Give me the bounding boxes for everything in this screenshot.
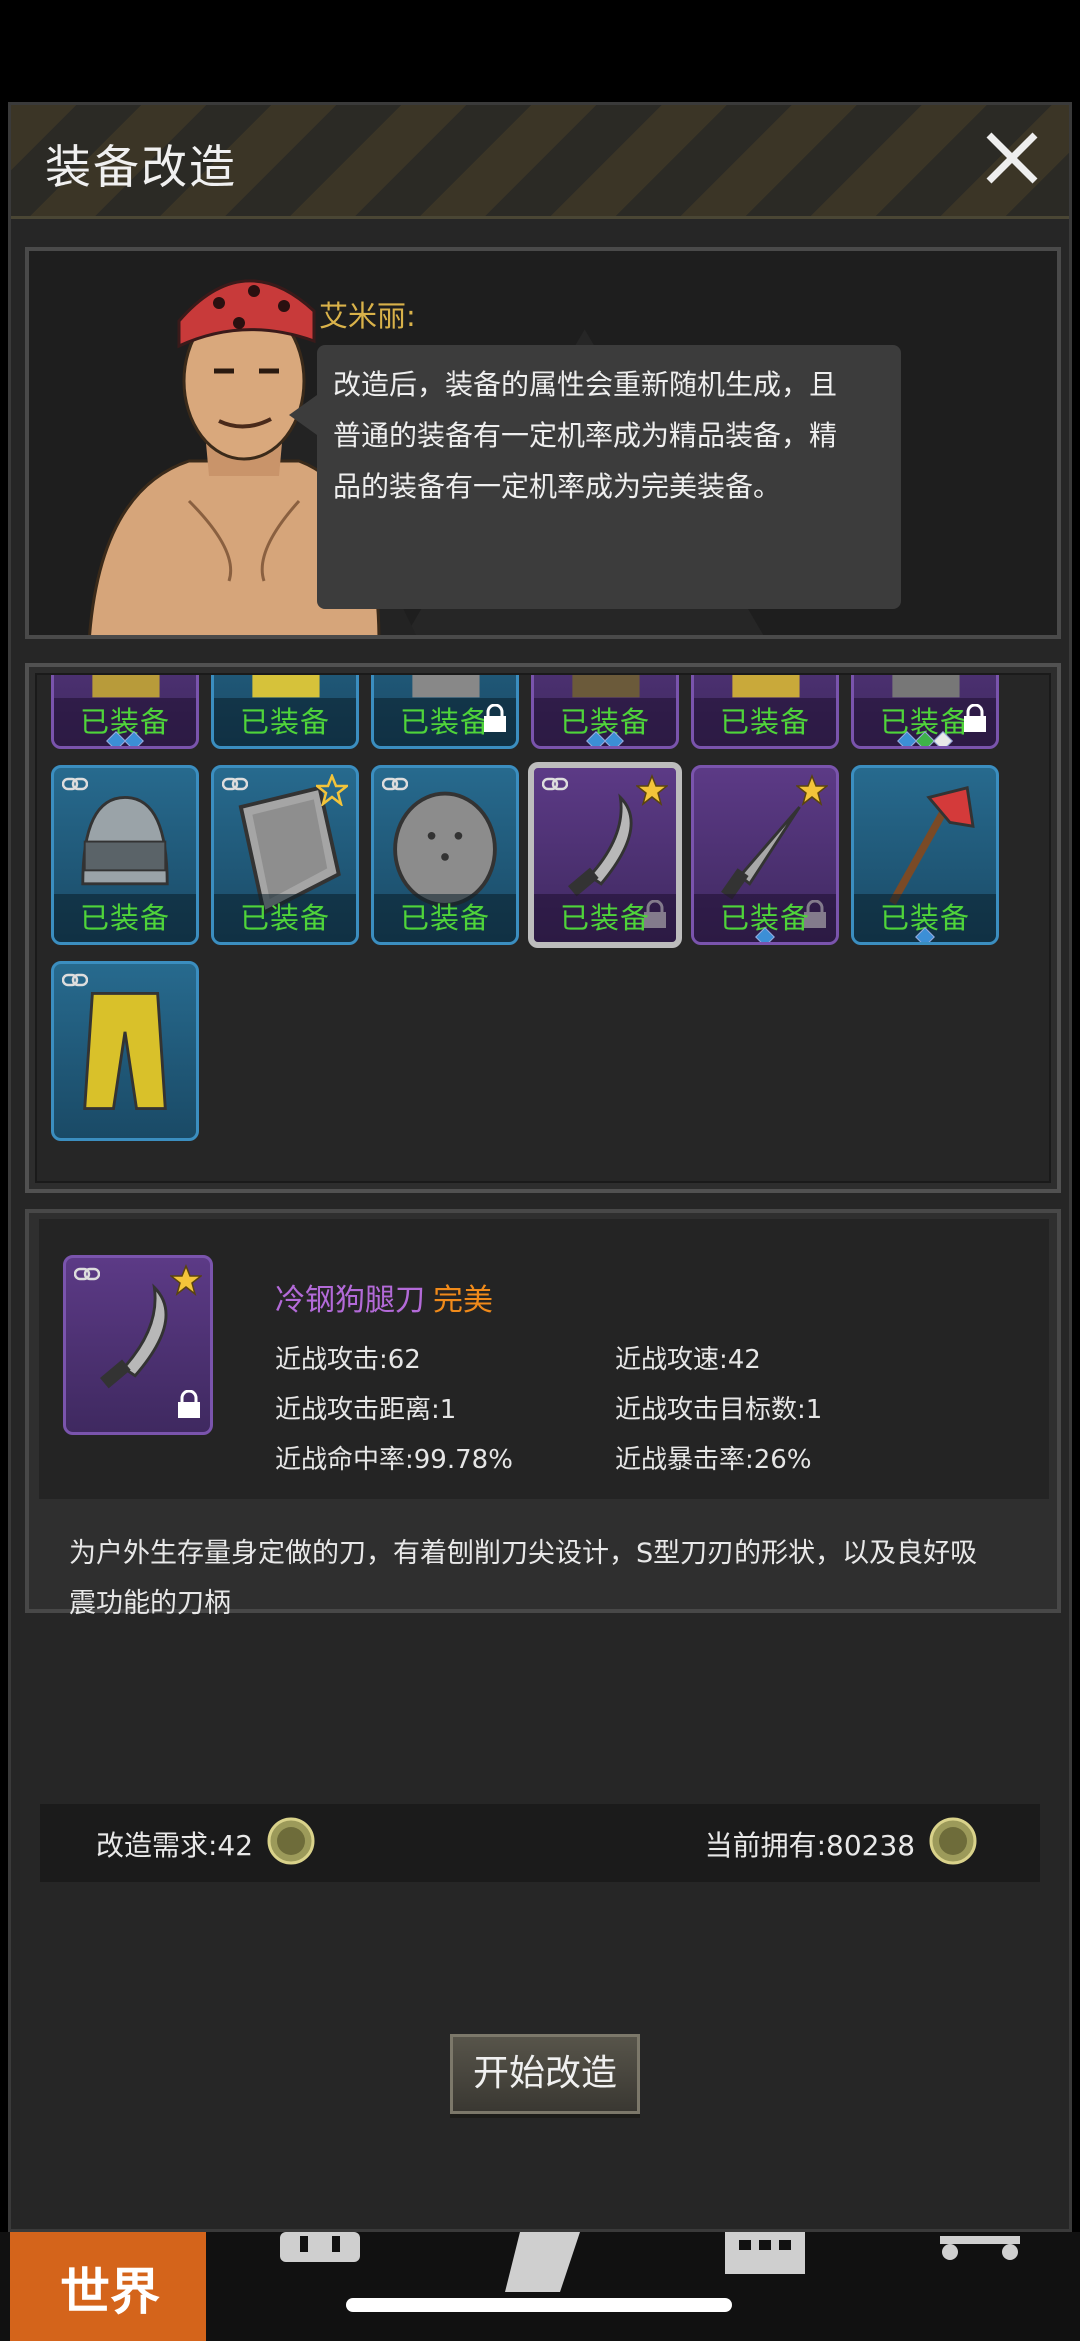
dialogue-line: 改造后，装备的属性会重新随机生成，且 [333, 368, 838, 401]
cost-bar: 改造需求:42 当前拥有:80238 [40, 1804, 1040, 1882]
equipped-label: 已装备 [374, 894, 516, 942]
status-bar [0, 0, 1080, 100]
star-outline-icon [316, 774, 348, 806]
gem-sockets [54, 731, 196, 746]
equipment-slot[interactable] [51, 961, 199, 1141]
selected-item-icon [63, 1255, 213, 1435]
stat-melee-attack: 近战攻击:62 [275, 1345, 421, 1375]
stat-melee-targets: 近战攻击目标数:1 [615, 1395, 823, 1425]
close-icon[interactable] [977, 123, 1047, 193]
bottom-nav: 世界 [0, 2232, 1080, 2341]
backpack-icon[interactable] [270, 2232, 370, 2292]
pants-icon [83, 991, 167, 1111]
link-icon [62, 973, 88, 987]
equipped-label: 已装备 [54, 894, 196, 942]
equipment-slot-selected[interactable]: 已装备 [528, 762, 682, 948]
home-indicator[interactable] [346, 2298, 732, 2312]
stat-melee-hit: 近战命中率:99.78% [275, 1445, 513, 1475]
equipment-modify-dialog: 装备改造 艾米丽: 改造后，装备的属性会重新随机生成，且 普通的装备有一定机率成… [8, 102, 1072, 2232]
gem-sockets [854, 731, 996, 746]
link-icon [74, 1267, 100, 1281]
dialog-title: 装备改造 [45, 140, 237, 194]
description-line: 震功能的刀柄 [69, 1588, 231, 1619]
equipment-grid-panel: 已装备 已装备 已装备 已装备 已装备 已装备 已装备 已装备 已装备 已装备 … [25, 663, 1061, 1193]
item-detail-panel: 冷钢狗腿刀 完美 近战攻击:62 近战攻速:42 近战攻击距离:1 近战攻击目标数… [25, 1209, 1061, 1619]
link-icon [62, 777, 88, 791]
equipment-slot[interactable]: 已装备 [691, 675, 839, 749]
item-name: 冷钢狗腿刀 完美 [275, 1275, 493, 1319]
equipped-label: 已装备 [534, 894, 676, 942]
dialogue-line: 普通的装备有一定机率成为精品装备，精 [333, 419, 838, 452]
bottle-cap-coin-icon [267, 1817, 315, 1865]
equipment-slot[interactable]: 已装备 [691, 765, 839, 945]
lock-icon [178, 1390, 200, 1418]
equipment-slot[interactable]: 已装备 [371, 765, 519, 945]
equipped-label: 已装备 [214, 894, 356, 942]
link-icon [542, 777, 568, 791]
equipment-slot[interactable]: 已装备 [51, 675, 199, 749]
cost-required-text: 改造需求:42 [96, 1829, 254, 1862]
stat-melee-crit: 近战暴击率:26% [615, 1445, 812, 1475]
star-icon [636, 774, 668, 806]
description-line: 为户外生存量身定做的刀，有着刨削刀尖设计，S型刀刃的形状，以及良好吸 [69, 1538, 978, 1569]
equipment-slot[interactable]: 已装备 [211, 765, 359, 945]
equipped-label: 已装备 [694, 698, 836, 746]
equipment-slot[interactable]: 已装备 [531, 675, 679, 749]
equipment-slot[interactable]: 已装备 [51, 765, 199, 945]
character-icon[interactable] [490, 2232, 590, 2292]
equipped-label: 已装备 [214, 698, 356, 746]
building-icon[interactable] [715, 2232, 815, 2292]
equipment-slot[interactable]: 已装备 [371, 675, 519, 749]
link-icon [222, 777, 248, 791]
npc-dialogue-bubble: 改造后，装备的属性会重新随机生成，且 普通的装备有一定机率成为精品装备，精 品的… [289, 345, 901, 609]
item-quality: 完美 [433, 1283, 493, 1318]
npc-name: 艾米丽: [319, 299, 416, 333]
equipment-slot[interactable]: 已装备 [851, 675, 999, 749]
equipment-slot[interactable]: 已装备 [851, 765, 999, 945]
star-icon [796, 774, 828, 806]
dialog-titlebar: 装备改造 [11, 105, 1069, 219]
currency-owned-text: 当前拥有:80238 [704, 1829, 916, 1862]
cost-required: 改造需求:42 [96, 1817, 316, 1866]
nav-world-label: 世界 [60, 2263, 160, 2321]
gem-sockets [854, 927, 996, 942]
vehicle-icon[interactable] [930, 2232, 1030, 2292]
dialogue-line: 品的装备有一定机率成为完美装备。 [333, 470, 782, 503]
bottle-cap-coin-icon [929, 1817, 977, 1865]
equipment-slot[interactable]: 已装备 [211, 675, 359, 749]
item-name-text: 冷钢狗腿刀 [275, 1283, 425, 1318]
stat-melee-speed: 近战攻速:42 [615, 1345, 761, 1375]
star-icon [170, 1264, 202, 1296]
equipment-grid[interactable]: 已装备 已装备 已装备 已装备 已装备 已装备 已装备 已装备 已装备 已装备 … [35, 673, 1051, 1183]
stat-melee-range: 近战攻击距离:1 [275, 1395, 457, 1425]
lock-icon [484, 704, 506, 732]
start-modify-button[interactable]: 开始改造 [450, 2034, 640, 2114]
currency-owned: 当前拥有:80238 [704, 1817, 978, 1866]
item-stats-area: 冷钢狗腿刀 完美 近战攻击:62 近战攻速:42 近战攻击距离:1 近战攻击目标数… [39, 1219, 1049, 1499]
lock-icon [964, 704, 986, 732]
gem-sockets [534, 731, 676, 746]
nav-tab-world[interactable]: 世界 [10, 2232, 206, 2341]
item-description: 为户外生存量身定做的刀，有着刨削刀尖设计，S型刀刃的形状，以及良好吸 震功能的刀… [69, 1529, 1029, 1629]
link-icon [382, 777, 408, 791]
gem-sockets [694, 927, 836, 942]
npc-panel: 艾米丽: 改造后，装备的属性会重新随机生成，且 普通的装备有一定机率成为精品装备… [25, 247, 1061, 639]
